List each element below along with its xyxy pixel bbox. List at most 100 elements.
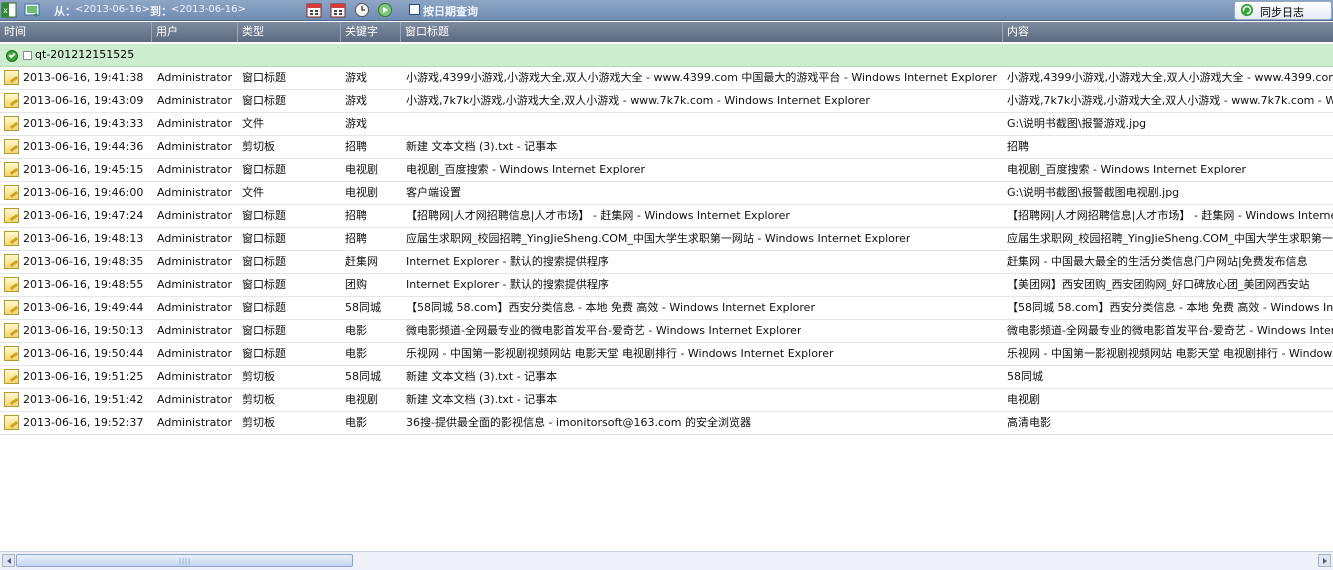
cell-keyword: 58同城 xyxy=(345,370,381,383)
cell-content: G:\说明书截图\报警截图电视剧.jpg xyxy=(1007,186,1180,199)
cell-title: 客户端设置 xyxy=(406,186,461,199)
table-row[interactable]: 2013-06-16, 19:41:38 Administrator 窗口标题 游戏 小… xyxy=(0,67,1333,90)
cell-keyword: 赶集网 xyxy=(345,255,378,268)
sync-log-button[interactable]: 同步日志 xyxy=(1234,1,1332,20)
table-row[interactable]: 2013-06-16, 19:51:42 Administrator 剪切板 电视剧 新… xyxy=(0,389,1333,412)
query-by-date-checkbox[interactable] xyxy=(409,4,420,15)
log-entry-icon xyxy=(4,323,19,338)
table-row[interactable]: 2013-06-16, 19:47:24 Administrator 窗口标题 招聘 【… xyxy=(0,205,1333,228)
column-header-time[interactable]: 时间 xyxy=(0,22,152,42)
log-entry-icon xyxy=(4,70,19,85)
table-row[interactable]: 2013-06-16, 19:44:36 Administrator 剪切板 招聘 新建… xyxy=(0,136,1333,159)
toolbar: x 从： <2013-06-16> 到： <2013-06-16> 按日期查询 xyxy=(0,0,1333,21)
search-go-icon[interactable] xyxy=(377,2,393,18)
export-image-icon[interactable] xyxy=(24,2,40,18)
cell-type: 窗口标题 xyxy=(242,232,286,245)
cell-type: 文件 xyxy=(242,117,264,130)
cell-keyword: 招聘 xyxy=(345,140,367,153)
cell-type: 窗口标题 xyxy=(242,278,286,291)
cell-keyword: 电视剧 xyxy=(345,393,378,406)
svg-text:x: x xyxy=(3,6,8,15)
cell-time: 2013-06-16, 19:48:35 xyxy=(23,255,144,268)
cell-type: 窗口标题 xyxy=(242,347,286,360)
cell-user: Administrator xyxy=(157,94,232,107)
calendar-start-icon[interactable] xyxy=(306,2,322,18)
cell-content: 小游戏,7k7k小游戏,小游戏大全,双人小游戏 - www.7k7k.com -… xyxy=(1007,94,1333,107)
horizontal-scrollbar[interactable]: |||| xyxy=(0,551,1333,570)
cell-time: 2013-06-16, 19:47:24 xyxy=(23,209,144,222)
scroll-left-arrow-icon[interactable] xyxy=(2,554,15,567)
table-row[interactable]: 2013-06-16, 19:46:00 Administrator 文件 电视剧 客户… xyxy=(0,182,1333,205)
cell-title: 36搜-提供最全面的影视信息 - imonitorsoft@163.com 的安… xyxy=(406,416,751,429)
cell-title: 新建 文本文档 (3).txt - 记事本 xyxy=(406,140,558,153)
table-row[interactable]: 2013-06-16, 19:50:13 Administrator 窗口标题 电影 微… xyxy=(0,320,1333,343)
log-entry-icon xyxy=(4,277,19,292)
cell-time: 2013-06-16, 19:46:00 xyxy=(23,186,144,199)
cell-title: Internet Explorer - 默认的搜索提供程序 xyxy=(406,278,609,291)
to-date[interactable]: <2013-06-16> xyxy=(171,4,246,15)
cell-keyword: 招聘 xyxy=(345,232,367,245)
cell-content: 高清电影 xyxy=(1007,416,1051,429)
cell-content: 【58同城 58.com】西安分类信息 - 本地 免费 高效 - Windows… xyxy=(1007,301,1333,314)
clock-icon[interactable] xyxy=(354,2,370,18)
cell-content: 招聘 xyxy=(1007,140,1029,153)
cell-keyword: 游戏 xyxy=(345,117,367,130)
query-by-date-label[interactable]: 按日期查询 xyxy=(423,3,478,19)
cell-keyword: 58同城 xyxy=(345,301,381,314)
cell-keyword: 电影 xyxy=(345,347,367,360)
log-entry-icon xyxy=(4,300,19,315)
cell-keyword: 电视剧 xyxy=(345,163,378,176)
cell-content: 乐视网 - 中国第一影视剧视频网站 电影天堂 电视剧排行 - Windows I… xyxy=(1007,347,1333,360)
table-row[interactable]: 2013-06-16, 19:50:44 Administrator 窗口标题 电影 乐… xyxy=(0,343,1333,366)
cell-type: 窗口标题 xyxy=(242,163,286,176)
table-row[interactable]: 2013-06-16, 19:52:37 Administrator 剪切板 电影 36… xyxy=(0,412,1333,435)
scroll-right-arrow-icon[interactable] xyxy=(1318,554,1331,567)
column-header-window-title[interactable]: 窗口标题 xyxy=(401,22,1003,42)
cell-user: Administrator xyxy=(157,140,232,153)
cell-time: 2013-06-16, 19:50:13 xyxy=(23,324,144,337)
cell-keyword: 团购 xyxy=(345,278,367,291)
excel-export-icon[interactable]: x xyxy=(1,2,17,18)
group-check-icon xyxy=(6,50,18,62)
cell-user: Administrator xyxy=(157,278,232,291)
column-header-user[interactable]: 用户 xyxy=(152,22,238,42)
cell-user: Administrator xyxy=(157,163,232,176)
cell-type: 剪切板 xyxy=(242,140,275,153)
log-entry-icon xyxy=(4,116,19,131)
cell-content: 赶集网 - 中国最大最全的生活分类信息门户网站|免费发布信息 xyxy=(1007,255,1308,268)
cell-time: 2013-06-16, 19:43:33 xyxy=(23,117,144,130)
calendar-end-icon[interactable] xyxy=(330,2,346,18)
column-header-content[interactable]: 内容 xyxy=(1003,22,1333,42)
cell-time: 2013-06-16, 19:51:25 xyxy=(23,370,144,383)
table-row[interactable]: 2013-06-16, 19:43:33 Administrator 文件 游戏 G:\… xyxy=(0,113,1333,136)
cell-time: 2013-06-16, 19:45:15 xyxy=(23,163,144,176)
scrollbar-thumb[interactable]: |||| xyxy=(16,554,353,567)
table-row[interactable]: 2013-06-16, 19:49:44 Administrator 窗口标题 58同… xyxy=(0,297,1333,320)
column-header-type[interactable]: 类型 xyxy=(238,22,341,42)
cell-time: 2013-06-16, 19:48:13 xyxy=(23,232,144,245)
cell-content: 小游戏,4399小游戏,小游戏大全,双人小游戏大全 - www.4399.com… xyxy=(1007,71,1333,84)
cell-title: 【招聘网|人才网招聘信息|人才市场】 - 赶集网 - Windows Inter… xyxy=(406,209,790,222)
table-row[interactable]: 2013-06-16, 19:48:55 Administrator 窗口标题 团购 I… xyxy=(0,274,1333,297)
sync-icon xyxy=(1240,3,1254,17)
table-row[interactable]: 2013-06-16, 19:43:09 Administrator 窗口标题 游戏 小… xyxy=(0,90,1333,113)
log-entry-icon xyxy=(4,185,19,200)
cell-user: Administrator xyxy=(157,301,232,314)
cell-keyword: 电视剧 xyxy=(345,186,378,199)
group-row[interactable]: qt-201212151525 xyxy=(0,44,1333,67)
cell-time: 2013-06-16, 19:43:09 xyxy=(23,94,144,107)
cell-title: 【58同城 58.com】西安分类信息 - 本地 免费 高效 - Windows… xyxy=(406,301,815,314)
column-header-keyword[interactable]: 关键字 xyxy=(341,22,401,42)
cell-user: Administrator xyxy=(157,209,232,222)
table-row[interactable]: 2013-06-16, 19:48:13 Administrator 窗口标题 招聘 应… xyxy=(0,228,1333,251)
cell-time: 2013-06-16, 19:44:36 xyxy=(23,140,144,153)
table-row[interactable]: 2013-06-16, 19:51:25 Administrator 剪切板 58同城… xyxy=(0,366,1333,389)
table-row[interactable]: 2013-06-16, 19:48:35 Administrator 窗口标题 赶集网… xyxy=(0,251,1333,274)
log-entry-icon xyxy=(4,93,19,108)
table-row[interactable]: 2013-06-16, 19:45:15 Administrator 窗口标题 电视剧… xyxy=(0,159,1333,182)
cell-content: 【招聘网|人才网招聘信息|人才市场】 - 赶集网 - Windows Inter… xyxy=(1007,209,1333,222)
cell-title: 微电影频道-全网最专业的微电影首发平台-爱奇艺 - Windows Intern… xyxy=(406,324,802,337)
cell-content: 应届生求职网_校园招聘_YingJieSheng.COM_中国大学生求职第一网站 xyxy=(1007,232,1333,245)
from-date[interactable]: <2013-06-16> xyxy=(75,4,150,15)
group-expand-box[interactable] xyxy=(23,51,32,60)
